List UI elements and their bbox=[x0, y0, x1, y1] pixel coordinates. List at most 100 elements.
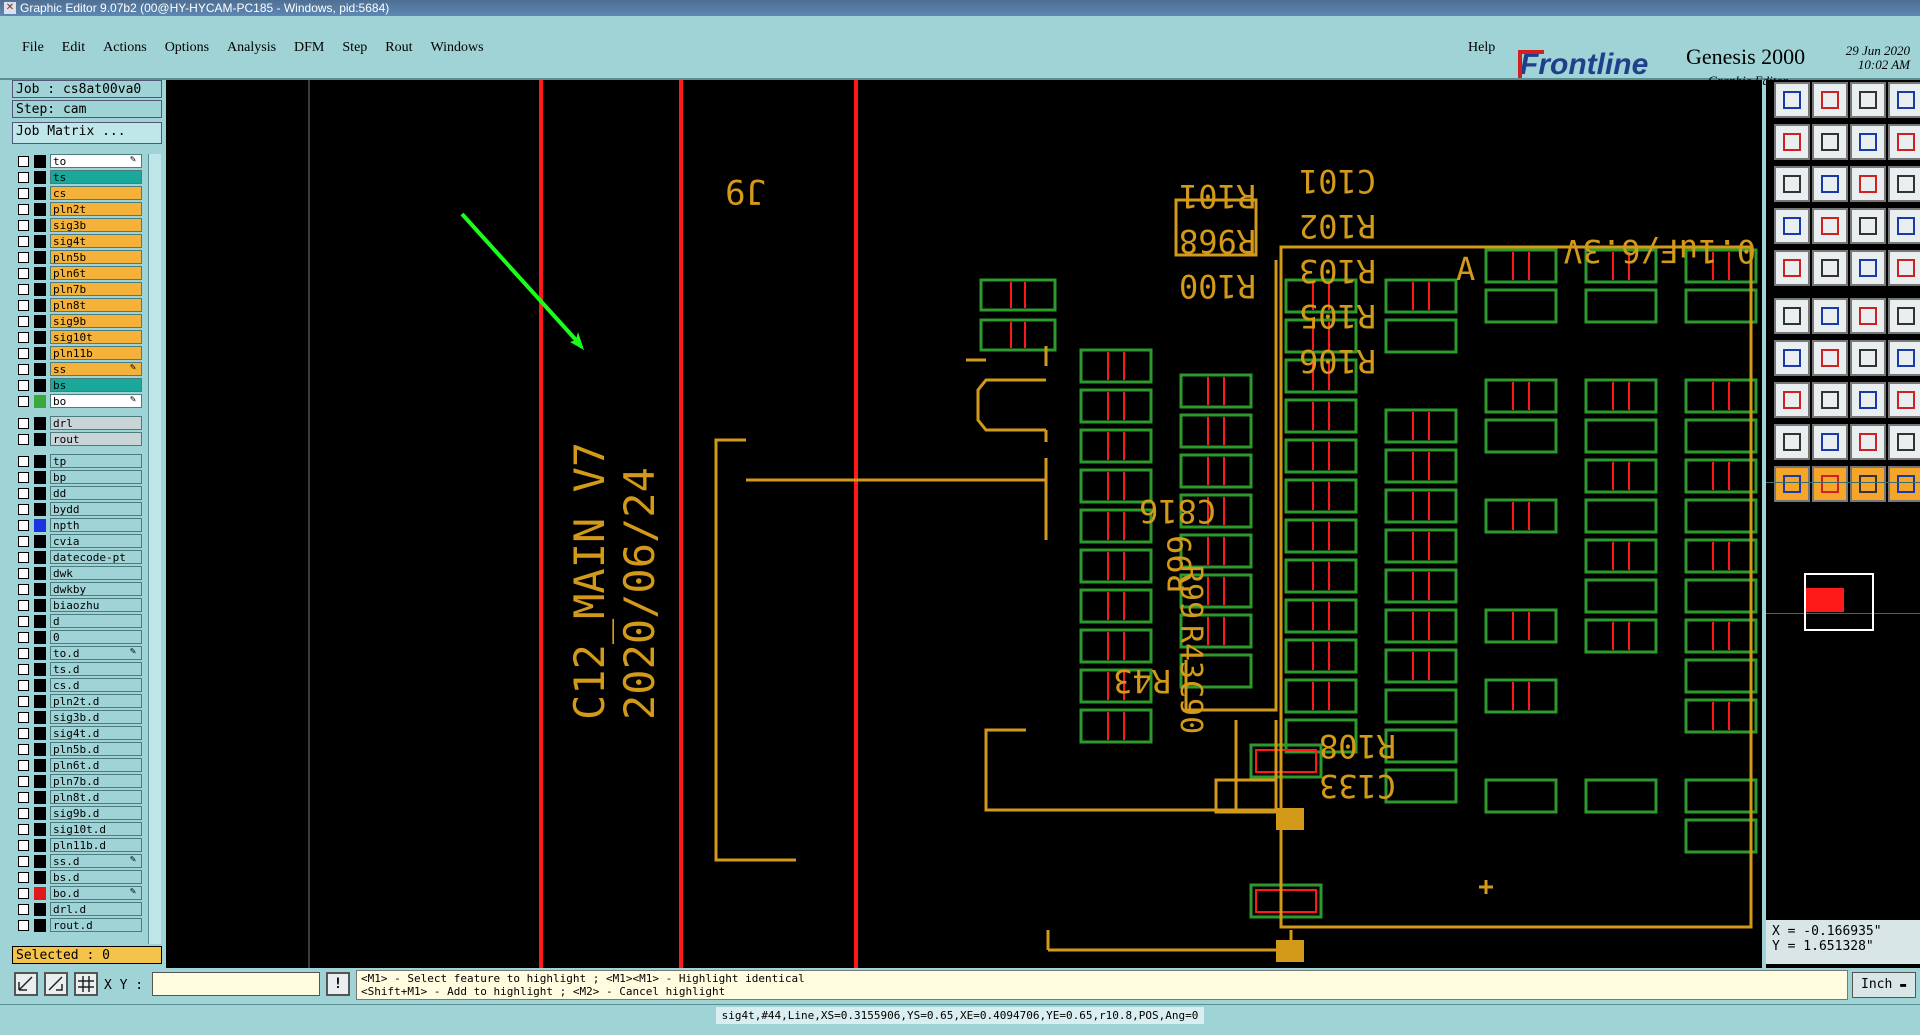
layer-checkbox[interactable] bbox=[18, 504, 29, 515]
layer-name[interactable]: drl bbox=[50, 416, 142, 430]
layer-name[interactable]: bydd bbox=[50, 502, 142, 516]
layer-checkbox[interactable] bbox=[18, 156, 29, 167]
layer-checkbox[interactable] bbox=[18, 888, 29, 899]
layer-color-swatch[interactable] bbox=[34, 155, 46, 168]
layer-color-swatch[interactable] bbox=[34, 487, 46, 500]
home-icon[interactable] bbox=[1850, 82, 1886, 118]
layer-color-swatch[interactable] bbox=[34, 395, 46, 408]
layer-color-swatch[interactable] bbox=[34, 379, 46, 392]
layer-row-cs.d[interactable]: cs.d bbox=[12, 678, 148, 693]
layer-row-rout.d[interactable]: rout.d bbox=[12, 918, 148, 933]
layer-name[interactable]: cs.d bbox=[50, 678, 142, 692]
layer-row-to[interactable]: to ✎ bbox=[12, 154, 148, 169]
layer-row-ts[interactable]: ts bbox=[12, 170, 148, 185]
polygon-icon[interactable] bbox=[1812, 424, 1848, 460]
measure-icon[interactable] bbox=[1888, 208, 1920, 244]
layer-checkbox[interactable] bbox=[18, 488, 29, 499]
layer-name[interactable]: to bbox=[50, 154, 142, 168]
layer-checkbox[interactable] bbox=[18, 728, 29, 739]
menu-step[interactable]: Step bbox=[342, 40, 367, 55]
layer-color-swatch[interactable] bbox=[34, 267, 46, 280]
layer-row-pln2t[interactable]: pln2t bbox=[12, 202, 148, 217]
layer-color-swatch[interactable] bbox=[34, 823, 46, 836]
layer-row-ss.d[interactable]: ss.d ✎ bbox=[12, 854, 148, 869]
layer-checkbox[interactable] bbox=[18, 418, 29, 429]
layer-color-swatch[interactable] bbox=[34, 519, 46, 532]
layer-name[interactable]: pln11b.d bbox=[50, 838, 142, 852]
layer-name[interactable]: tp bbox=[50, 454, 142, 468]
next-icon[interactable] bbox=[1812, 124, 1848, 160]
layer-color-swatch[interactable] bbox=[34, 711, 46, 724]
layer-name[interactable]: pln7b.d bbox=[50, 774, 142, 788]
layer-name[interactable]: rout.d bbox=[50, 918, 142, 932]
layer-row-sig4t[interactable]: sig4t bbox=[12, 234, 148, 249]
layer-name[interactable]: cvia bbox=[50, 534, 142, 548]
layer-checkbox[interactable] bbox=[18, 332, 29, 343]
slot-icon[interactable] bbox=[1888, 424, 1920, 460]
stretch-icon[interactable] bbox=[1812, 382, 1848, 418]
layer-checkbox[interactable] bbox=[18, 552, 29, 563]
layer-checkbox[interactable] bbox=[18, 472, 29, 483]
layer-name[interactable]: pln6t.d bbox=[50, 758, 142, 772]
layer-name[interactable]: pln11b bbox=[50, 346, 142, 360]
layer-name[interactable]: sig4t.d bbox=[50, 726, 142, 740]
layer-checkbox[interactable] bbox=[18, 520, 29, 531]
layer-checkbox[interactable] bbox=[18, 236, 29, 247]
layer-color-swatch[interactable] bbox=[34, 647, 46, 660]
page-icon[interactable] bbox=[1888, 82, 1920, 118]
layer-row-cs[interactable]: cs bbox=[12, 186, 148, 201]
layer-color-swatch[interactable] bbox=[34, 631, 46, 644]
layer-checkbox[interactable] bbox=[18, 348, 29, 359]
layer-checkbox[interactable] bbox=[18, 696, 29, 707]
layer-row-pln8t[interactable]: pln8t bbox=[12, 298, 148, 313]
layer-checkbox[interactable] bbox=[18, 616, 29, 627]
help-icon[interactable] bbox=[1888, 166, 1920, 202]
network-icon[interactable] bbox=[1888, 382, 1920, 418]
units-dropdown[interactable]: Inch ▬ bbox=[1852, 972, 1916, 998]
layer-row-pln6t[interactable]: pln6t bbox=[12, 266, 148, 281]
layer-checkbox[interactable] bbox=[18, 920, 29, 931]
layer-checkbox[interactable] bbox=[18, 284, 29, 295]
layer-name[interactable]: datecode-pt bbox=[50, 550, 142, 564]
layer-color-swatch[interactable] bbox=[34, 283, 46, 296]
layer-row-bydd[interactable]: bydd bbox=[12, 502, 148, 517]
layer-name[interactable]: sig10t.d bbox=[50, 822, 142, 836]
layer-checkbox[interactable] bbox=[18, 364, 29, 375]
grid-icon[interactable] bbox=[74, 972, 98, 996]
layer-color-swatch[interactable] bbox=[34, 417, 46, 430]
mini-map[interactable] bbox=[1766, 482, 1920, 631]
layer-color-swatch[interactable] bbox=[34, 679, 46, 692]
arc-icon[interactable] bbox=[1812, 340, 1848, 376]
menu-options[interactable]: Options bbox=[165, 40, 209, 55]
move-top-icon[interactable] bbox=[1774, 82, 1810, 118]
layer-checkbox[interactable] bbox=[18, 712, 29, 723]
layer-row-bs[interactable]: bs bbox=[12, 378, 148, 393]
layer-color-swatch[interactable] bbox=[34, 583, 46, 596]
layer-row-bp[interactable]: bp bbox=[12, 470, 148, 485]
layer-row-rout[interactable]: rout bbox=[12, 432, 148, 447]
layer-checkbox[interactable] bbox=[18, 856, 29, 867]
zoom-fit-icon[interactable] bbox=[1850, 124, 1886, 160]
message-alert-button[interactable]: ! bbox=[326, 972, 350, 996]
layer-name[interactable]: 0 bbox=[50, 630, 142, 644]
layer-checkbox[interactable] bbox=[18, 760, 29, 771]
layer-name[interactable]: drl.d bbox=[50, 902, 142, 916]
layer-row-bs.d[interactable]: bs.d bbox=[12, 870, 148, 885]
layer-name[interactable]: ts bbox=[50, 170, 142, 184]
snap-icon[interactable] bbox=[14, 972, 38, 996]
contour-icon[interactable] bbox=[1850, 424, 1886, 460]
layer-row-pln8t.d[interactable]: pln8t.d bbox=[12, 790, 148, 805]
layer-checkbox[interactable] bbox=[18, 824, 29, 835]
layer-name[interactable]: sig10t bbox=[50, 330, 142, 344]
layer-color-swatch[interactable] bbox=[34, 363, 46, 376]
move-bottom-icon[interactable] bbox=[1812, 82, 1848, 118]
layer-row-d[interactable]: d bbox=[12, 614, 148, 629]
layer-checkbox[interactable] bbox=[18, 632, 29, 643]
layer-color-swatch[interactable] bbox=[34, 791, 46, 804]
layer-name[interactable]: rout bbox=[50, 432, 142, 446]
resize-icon[interactable] bbox=[1850, 382, 1886, 418]
layer-name[interactable]: d bbox=[50, 614, 142, 628]
select-icon[interactable] bbox=[1812, 250, 1848, 286]
menu-dfm[interactable]: DFM bbox=[294, 40, 324, 55]
layer-color-swatch[interactable] bbox=[34, 219, 46, 232]
